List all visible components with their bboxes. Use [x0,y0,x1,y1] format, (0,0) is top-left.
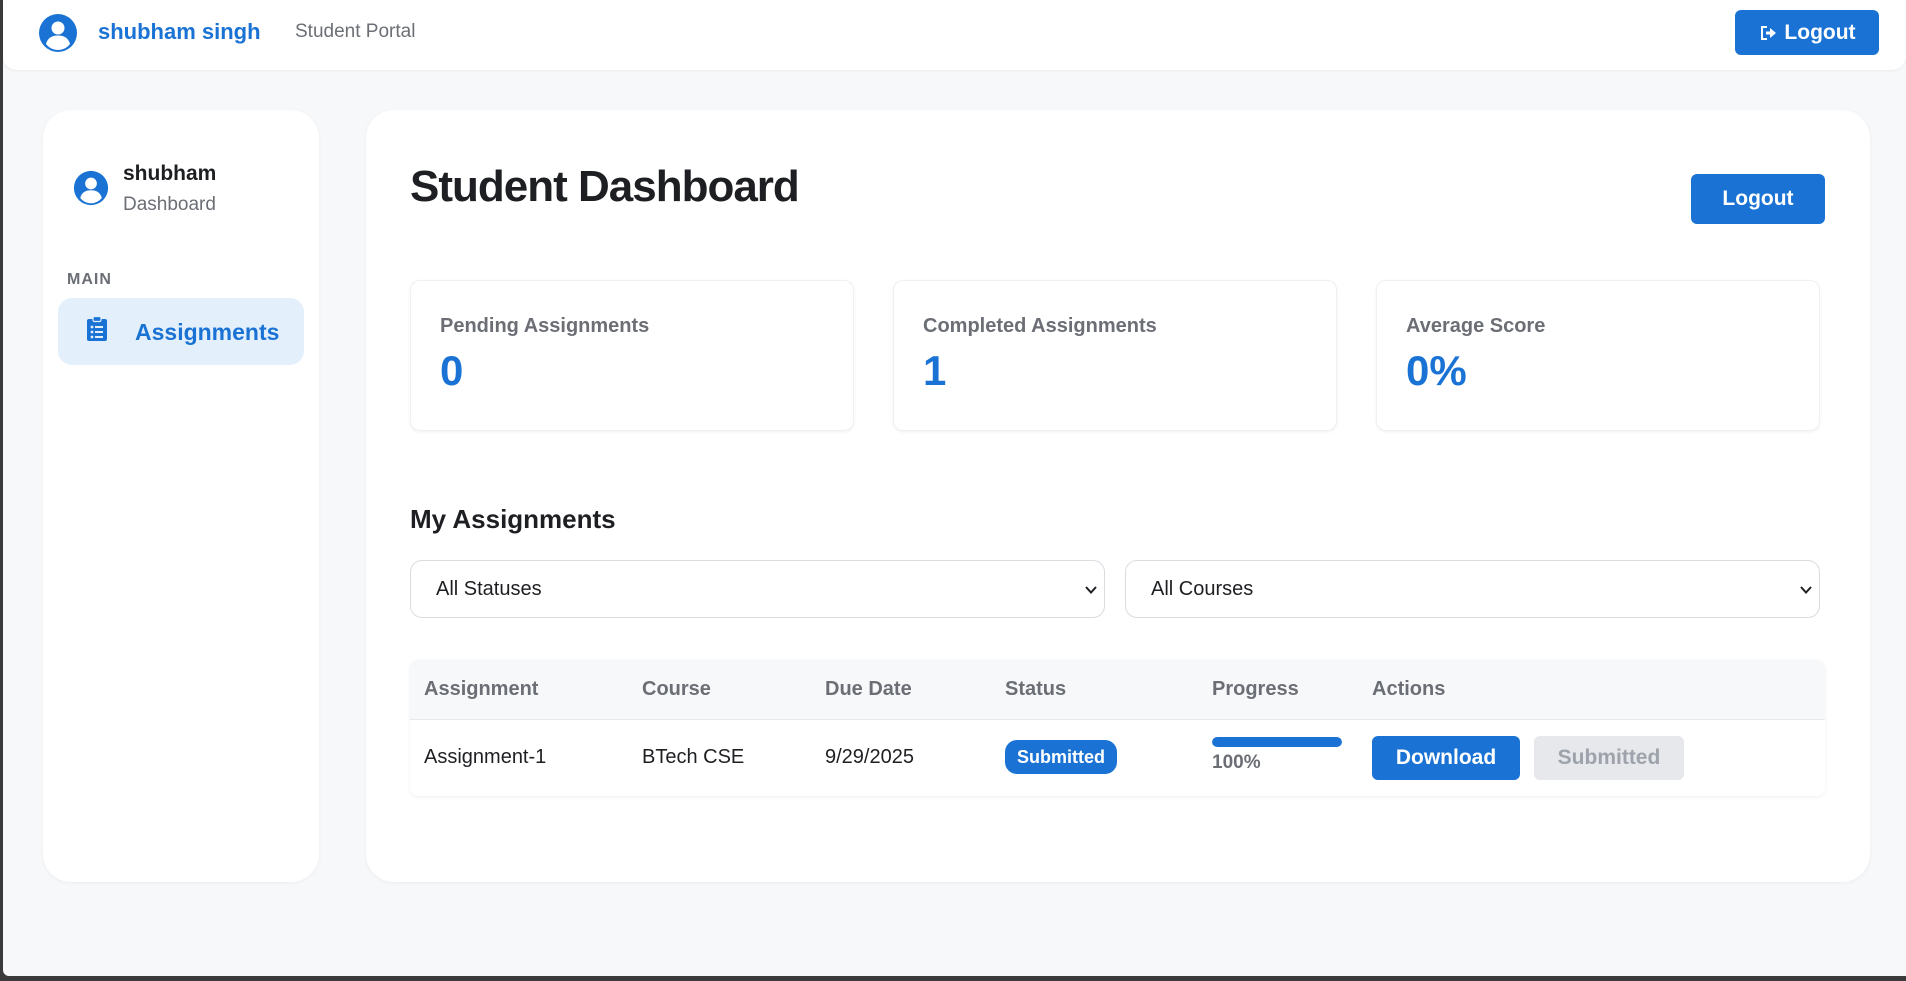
progress-bar [1212,737,1342,747]
chevron-down-icon [1085,586,1097,594]
assignments-table: Assignment Course Due Date Status Progre… [410,660,1825,796]
user-circle-icon [39,14,77,52]
section-title: My Assignments [410,504,616,534]
main-content: Student Dashboard Logout Pending Assignm… [366,110,1870,882]
column-header: Course [642,678,711,700]
cell-course: BTech CSE [642,746,745,768]
cell-due-date: 9/29/2025 [825,746,914,768]
stat-card-average-score: Average Score 0% [1376,280,1820,431]
stat-card-completed: Completed Assignments 1 [893,280,1337,431]
sidebar-section-label: MAIN [67,271,112,288]
sidebar-username: shubham [123,162,217,185]
column-header: Actions [1372,678,1446,700]
chevron-down-icon [1800,586,1812,594]
status-filter-select[interactable]: All Statuses [410,560,1105,618]
stat-value: 0% [1406,347,1467,394]
header-logout-label: Logout [1784,20,1856,44]
sidebar: shubham Dashboard MAIN Assignments [43,110,319,882]
header-user-name: shubham singh [98,19,261,44]
sidebar-item-assignments[interactable]: Assignments [58,298,304,365]
sidebar-subtitle: Dashboard [123,194,216,215]
stat-card-pending: Pending Assignments 0 [410,280,854,431]
stat-value: 0 [440,347,464,394]
page-title: Student Dashboard [410,162,800,211]
download-button[interactable]: Download [1372,736,1520,780]
portal-label: Student Portal [295,21,416,42]
table-header: Assignment Course Due Date Status Progre… [410,660,1825,720]
stat-label: Completed Assignments [923,315,1157,337]
sidebar-item-label: Assignments [135,319,280,345]
progress-bar-fill [1212,737,1342,747]
column-header: Status [1005,678,1067,700]
progress-text: 100% [1212,752,1261,773]
course-filter-value: All Courses [1151,578,1254,600]
column-header: Assignment [424,678,539,700]
submitted-button: Submitted [1534,736,1684,780]
course-filter-select[interactable]: All Courses [1125,560,1820,618]
status-badge: Submitted [1005,740,1117,774]
stat-value: 1 [923,347,947,394]
column-header: Due Date [825,678,912,700]
status-filter-value: All Statuses [436,578,542,600]
top-navbar: shubham singh Student Portal Logout [3,0,1906,70]
stat-label: Pending Assignments [440,315,650,337]
header-logout-button[interactable]: Logout [1735,10,1879,55]
clipboard-icon [87,316,107,341]
cell-assignment: Assignment-1 [424,746,547,768]
column-header: Progress [1212,678,1299,700]
sign-out-icon [1761,25,1777,40]
stat-label: Average Score [1406,315,1546,337]
app-frame: shubham singh Student Portal Logout shub… [3,0,1906,976]
table-row: Assignment-1 BTech CSE 9/29/2025 Submitt… [410,720,1825,796]
logout-button[interactable]: Logout [1691,174,1825,224]
user-circle-icon [73,170,109,206]
